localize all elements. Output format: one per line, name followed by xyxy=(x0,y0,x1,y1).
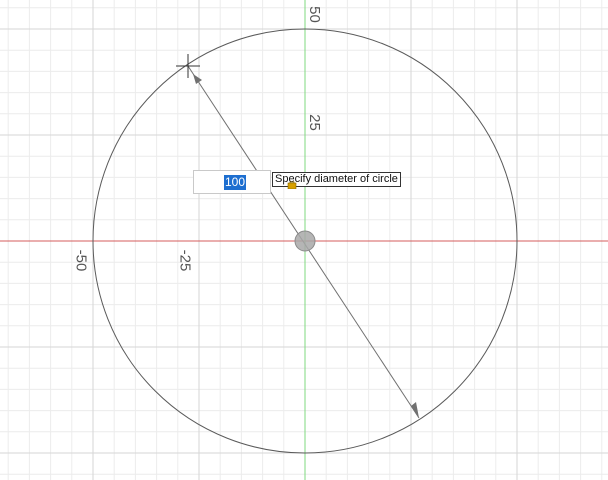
dimension-arrowhead-end xyxy=(411,402,419,418)
x-tick-label-neg50: -50 xyxy=(72,249,90,272)
diameter-input-value[interactable]: 100 xyxy=(224,175,247,190)
y-tick-label-25: 25 xyxy=(305,114,323,131)
diameter-input-field[interactable]: 100 xyxy=(193,170,271,194)
x-tick-label-neg25: -25 xyxy=(176,249,194,272)
dimension-arrowhead-start xyxy=(193,74,202,84)
crosshair-cursor-icon xyxy=(176,54,200,78)
y-tick-label-50: 50 xyxy=(305,6,323,23)
sketch-canvas[interactable] xyxy=(0,0,608,480)
origin-point-icon[interactable] xyxy=(294,230,316,252)
lock-icon[interactable] xyxy=(287,181,297,189)
